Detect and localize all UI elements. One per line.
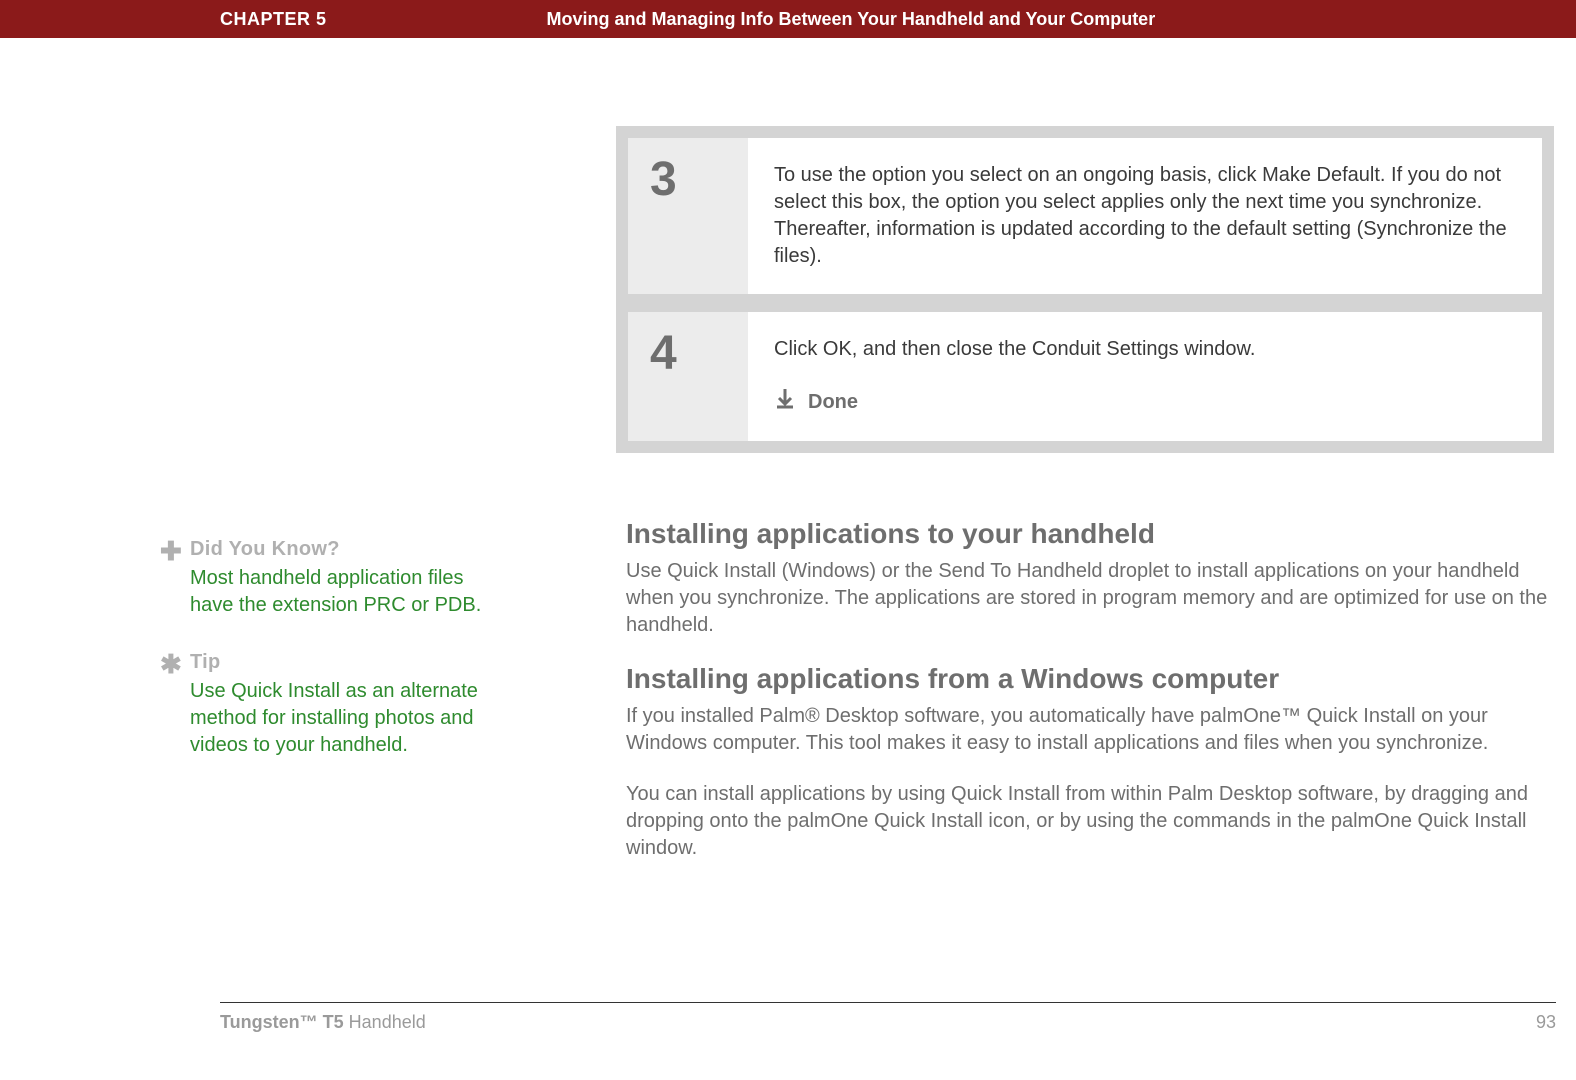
footer-rule bbox=[220, 1002, 1556, 1003]
section-heading: Installing applications to your handheld bbox=[626, 518, 1556, 550]
sidebar-body: Use Quick Install as an alternate method… bbox=[190, 678, 500, 759]
article: Installing applications to your handheld… bbox=[626, 518, 1556, 886]
step-row: 4 Click OK, and then close the Conduit S… bbox=[628, 312, 1542, 441]
header-bar: CHAPTER 5 Moving and Managing Info Betwe… bbox=[0, 0, 1576, 38]
footer: Tungsten™ T5 Handheld 93 bbox=[220, 1012, 1556, 1033]
section-paragraph: If you installed Palm® Desktop software,… bbox=[626, 703, 1556, 757]
page-number: 93 bbox=[1536, 1012, 1556, 1033]
chapter-label: CHAPTER 5 bbox=[220, 9, 327, 30]
asterisk-icon: ✱ bbox=[160, 651, 190, 759]
page-body: ✚ Did You Know? Most handheld applicatio… bbox=[0, 38, 1576, 1080]
step-body: Click OK, and then close the Conduit Set… bbox=[748, 312, 1542, 441]
steps-panel: 3 To use the option you select on an ong… bbox=[616, 126, 1554, 453]
step-number: 4 bbox=[628, 312, 748, 441]
section-heading: Installing applications from a Windows c… bbox=[626, 663, 1556, 695]
sidebar-did-you-know: ✚ Did You Know? Most handheld applicatio… bbox=[160, 538, 500, 619]
step-row: 3 To use the option you select on an ong… bbox=[628, 138, 1542, 294]
step-text: Click OK, and then close the Conduit Set… bbox=[774, 338, 1255, 360]
sidebar: ✚ Did You Know? Most handheld applicatio… bbox=[160, 538, 500, 791]
product-bold: Tungsten™ T5 bbox=[220, 1012, 344, 1032]
done-label: Done bbox=[808, 389, 858, 416]
plus-icon: ✚ bbox=[160, 538, 190, 619]
sidebar-tip: ✱ Tip Use Quick Install as an alternate … bbox=[160, 651, 500, 759]
done-arrow-icon bbox=[774, 387, 796, 417]
sidebar-heading: Did You Know? bbox=[190, 538, 500, 561]
sidebar-body: Most handheld application files have the… bbox=[190, 565, 500, 619]
section-paragraph: Use Quick Install (Windows) or the Send … bbox=[626, 558, 1556, 639]
step-number: 3 bbox=[628, 138, 748, 294]
step-body: To use the option you select on an ongoi… bbox=[748, 138, 1542, 294]
sidebar-heading: Tip bbox=[190, 651, 500, 674]
page-title: Moving and Managing Info Between Your Ha… bbox=[547, 9, 1156, 30]
product-name: Tungsten™ T5 Handheld bbox=[220, 1012, 426, 1033]
done-row: Done bbox=[774, 387, 1516, 417]
product-rest: Handheld bbox=[344, 1012, 426, 1032]
section-paragraph: You can install applications by using Qu… bbox=[626, 781, 1556, 862]
